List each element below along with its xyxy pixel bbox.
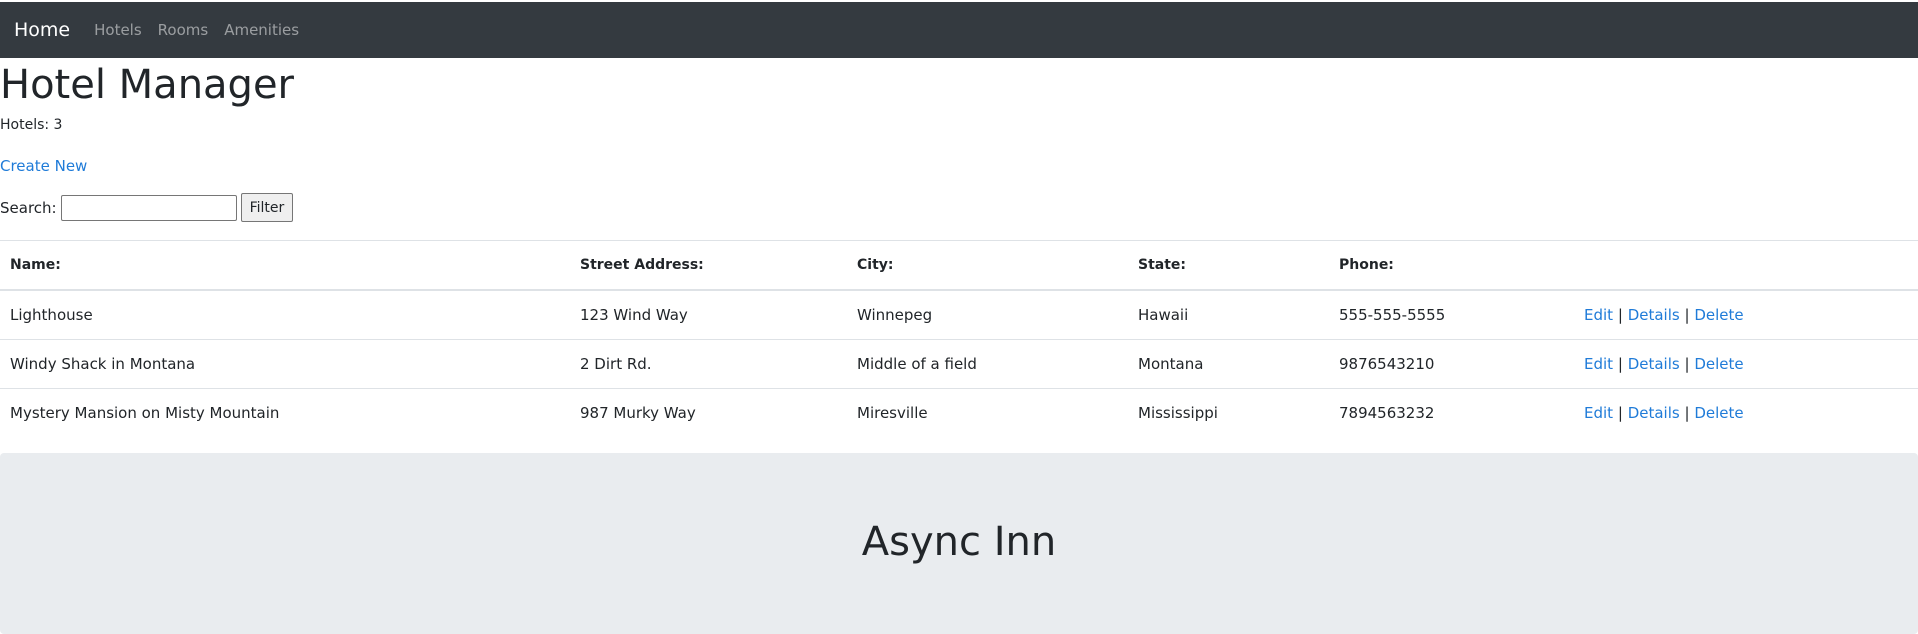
cell-state: Montana	[1128, 339, 1329, 389]
action-separator: |	[1617, 404, 1623, 422]
nav-rooms-link[interactable]: Rooms	[158, 21, 209, 39]
cell-phone: 7894563232	[1329, 388, 1574, 437]
header-state: State:	[1128, 240, 1329, 291]
footer-title: Async Inn	[861, 519, 1057, 565]
action-separator: |	[1684, 404, 1690, 422]
page-title: Hotel Manager	[0, 62, 295, 108]
hotels-table: Name: Street Address: City: State: Phone…	[0, 240, 1918, 437]
nav-amenities-link[interactable]: Amenities	[224, 21, 299, 39]
cell-actions: Edit | Details | Delete	[1574, 289, 1918, 340]
footer-jumbotron: Async Inn	[0, 453, 1918, 634]
delete-link[interactable]: Delete	[1694, 306, 1743, 324]
cell-phone: 555-555-5555	[1329, 289, 1574, 340]
header-city: City:	[847, 240, 1128, 291]
search-input[interactable]	[60, 194, 237, 221]
cell-name: Lighthouse	[0, 289, 570, 340]
cell-street: 123 Wind Way	[570, 289, 847, 340]
cell-actions: Edit | Details | Delete	[1574, 339, 1918, 389]
cell-name: Mystery Mansion on Misty Mountain	[0, 388, 570, 437]
cell-actions: Edit | Details | Delete	[1574, 388, 1918, 437]
cell-state: Hawaii	[1128, 289, 1329, 340]
details-link[interactable]: Details	[1628, 355, 1680, 373]
cell-city: Miresville	[847, 388, 1128, 437]
create-new-link[interactable]: Create New	[0, 157, 87, 175]
filter-button[interactable]: Filter	[240, 193, 294, 222]
cell-city: Middle of a field	[847, 339, 1128, 389]
action-separator: |	[1684, 306, 1690, 324]
table-header-row: Name: Street Address: City: State: Phone…	[0, 240, 1918, 291]
cell-city: Winnepeg	[847, 289, 1128, 340]
edit-link[interactable]: Edit	[1584, 404, 1613, 422]
header-name: Name:	[0, 240, 570, 291]
nav-hotels-link[interactable]: Hotels	[94, 21, 142, 39]
edit-link[interactable]: Edit	[1584, 306, 1613, 324]
delete-link[interactable]: Delete	[1694, 355, 1743, 373]
edit-link[interactable]: Edit	[1584, 355, 1613, 373]
cell-street: 2 Dirt Rd.	[570, 339, 847, 389]
top-navbar: Home Hotels Rooms Amenities	[0, 2, 1918, 58]
hotel-count: Hotels: 3	[0, 117, 63, 133]
header-street: Street Address:	[570, 240, 847, 291]
cell-state: Mississippi	[1128, 388, 1329, 437]
search-label: Search:	[0, 198, 57, 217]
cell-street: 987 Murky Way	[570, 388, 847, 437]
nav-home-link[interactable]: Home	[14, 19, 70, 41]
action-separator: |	[1617, 355, 1623, 373]
action-separator: |	[1684, 355, 1690, 373]
action-separator: |	[1617, 306, 1623, 324]
search-form: Search: Filter	[0, 193, 294, 222]
delete-link[interactable]: Delete	[1694, 404, 1743, 422]
details-link[interactable]: Details	[1628, 306, 1680, 324]
cell-phone: 9876543210	[1329, 339, 1574, 389]
header-phone: Phone:	[1329, 240, 1574, 291]
table-row: Mystery Mansion on Misty Mountain 987 Mu…	[0, 388, 1918, 437]
cell-name: Windy Shack in Montana	[0, 339, 570, 389]
table-row: Lighthouse 123 Wind Way Winnepeg Hawaii …	[0, 289, 1918, 340]
table-row: Windy Shack in Montana 2 Dirt Rd. Middle…	[0, 339, 1918, 389]
header-actions	[1574, 240, 1918, 291]
details-link[interactable]: Details	[1628, 404, 1680, 422]
